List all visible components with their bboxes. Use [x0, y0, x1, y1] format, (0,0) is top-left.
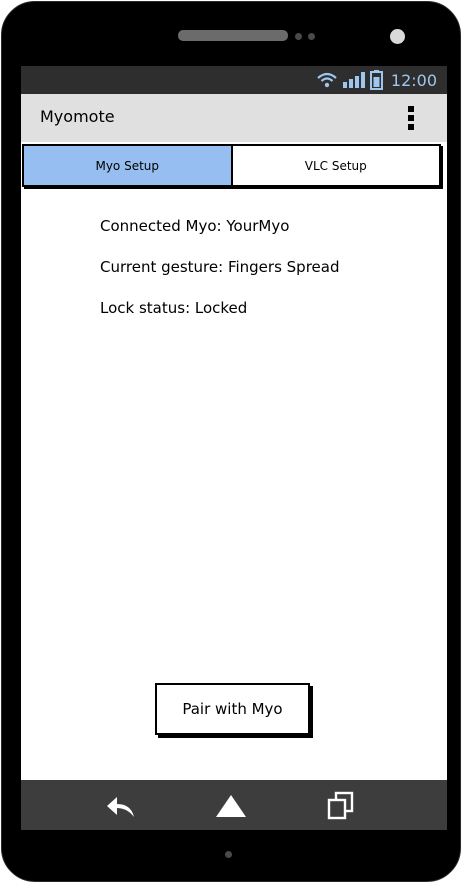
wifi-icon	[316, 72, 338, 88]
app-bar: Myomote	[21, 94, 447, 142]
tab-myo-setup[interactable]: Myo Setup	[22, 144, 233, 187]
front-camera	[390, 29, 405, 44]
home-icon[interactable]	[215, 791, 247, 821]
overflow-menu-icon[interactable]	[405, 106, 417, 130]
signal-icon	[342, 72, 365, 88]
current-gesture-label: Current gesture: Fingers Spread	[100, 258, 340, 276]
phone-frame: 12:00 Myomote Myo Setup VLC Setup Connec…	[1, 1, 461, 882]
home-sensor-dot	[225, 851, 232, 858]
status-bar: 12:00	[21, 66, 447, 94]
status-clock: 12:00	[390, 70, 437, 90]
recent-apps-icon[interactable]	[325, 791, 357, 821]
back-icon[interactable]	[105, 791, 137, 821]
tab-vlc-setup[interactable]: VLC Setup	[230, 144, 441, 187]
pair-with-myo-button[interactable]: Pair with Myo	[155, 683, 310, 735]
tab-bar: Myo Setup VLC Setup	[22, 144, 441, 187]
connected-myo-label: Connected Myo: YourMyo	[100, 217, 290, 235]
navigation-bar	[21, 780, 447, 830]
light-sensor	[308, 33, 315, 40]
proximity-sensor	[295, 33, 302, 40]
lock-status-label: Lock status: Locked	[100, 299, 248, 317]
status-icons: 12:00	[316, 70, 437, 90]
screen: 12:00 Myomote Myo Setup VLC Setup Connec…	[21, 66, 447, 830]
app-title: Myomote	[40, 107, 115, 126]
earpiece-speaker	[178, 30, 288, 41]
battery-icon	[369, 70, 383, 90]
